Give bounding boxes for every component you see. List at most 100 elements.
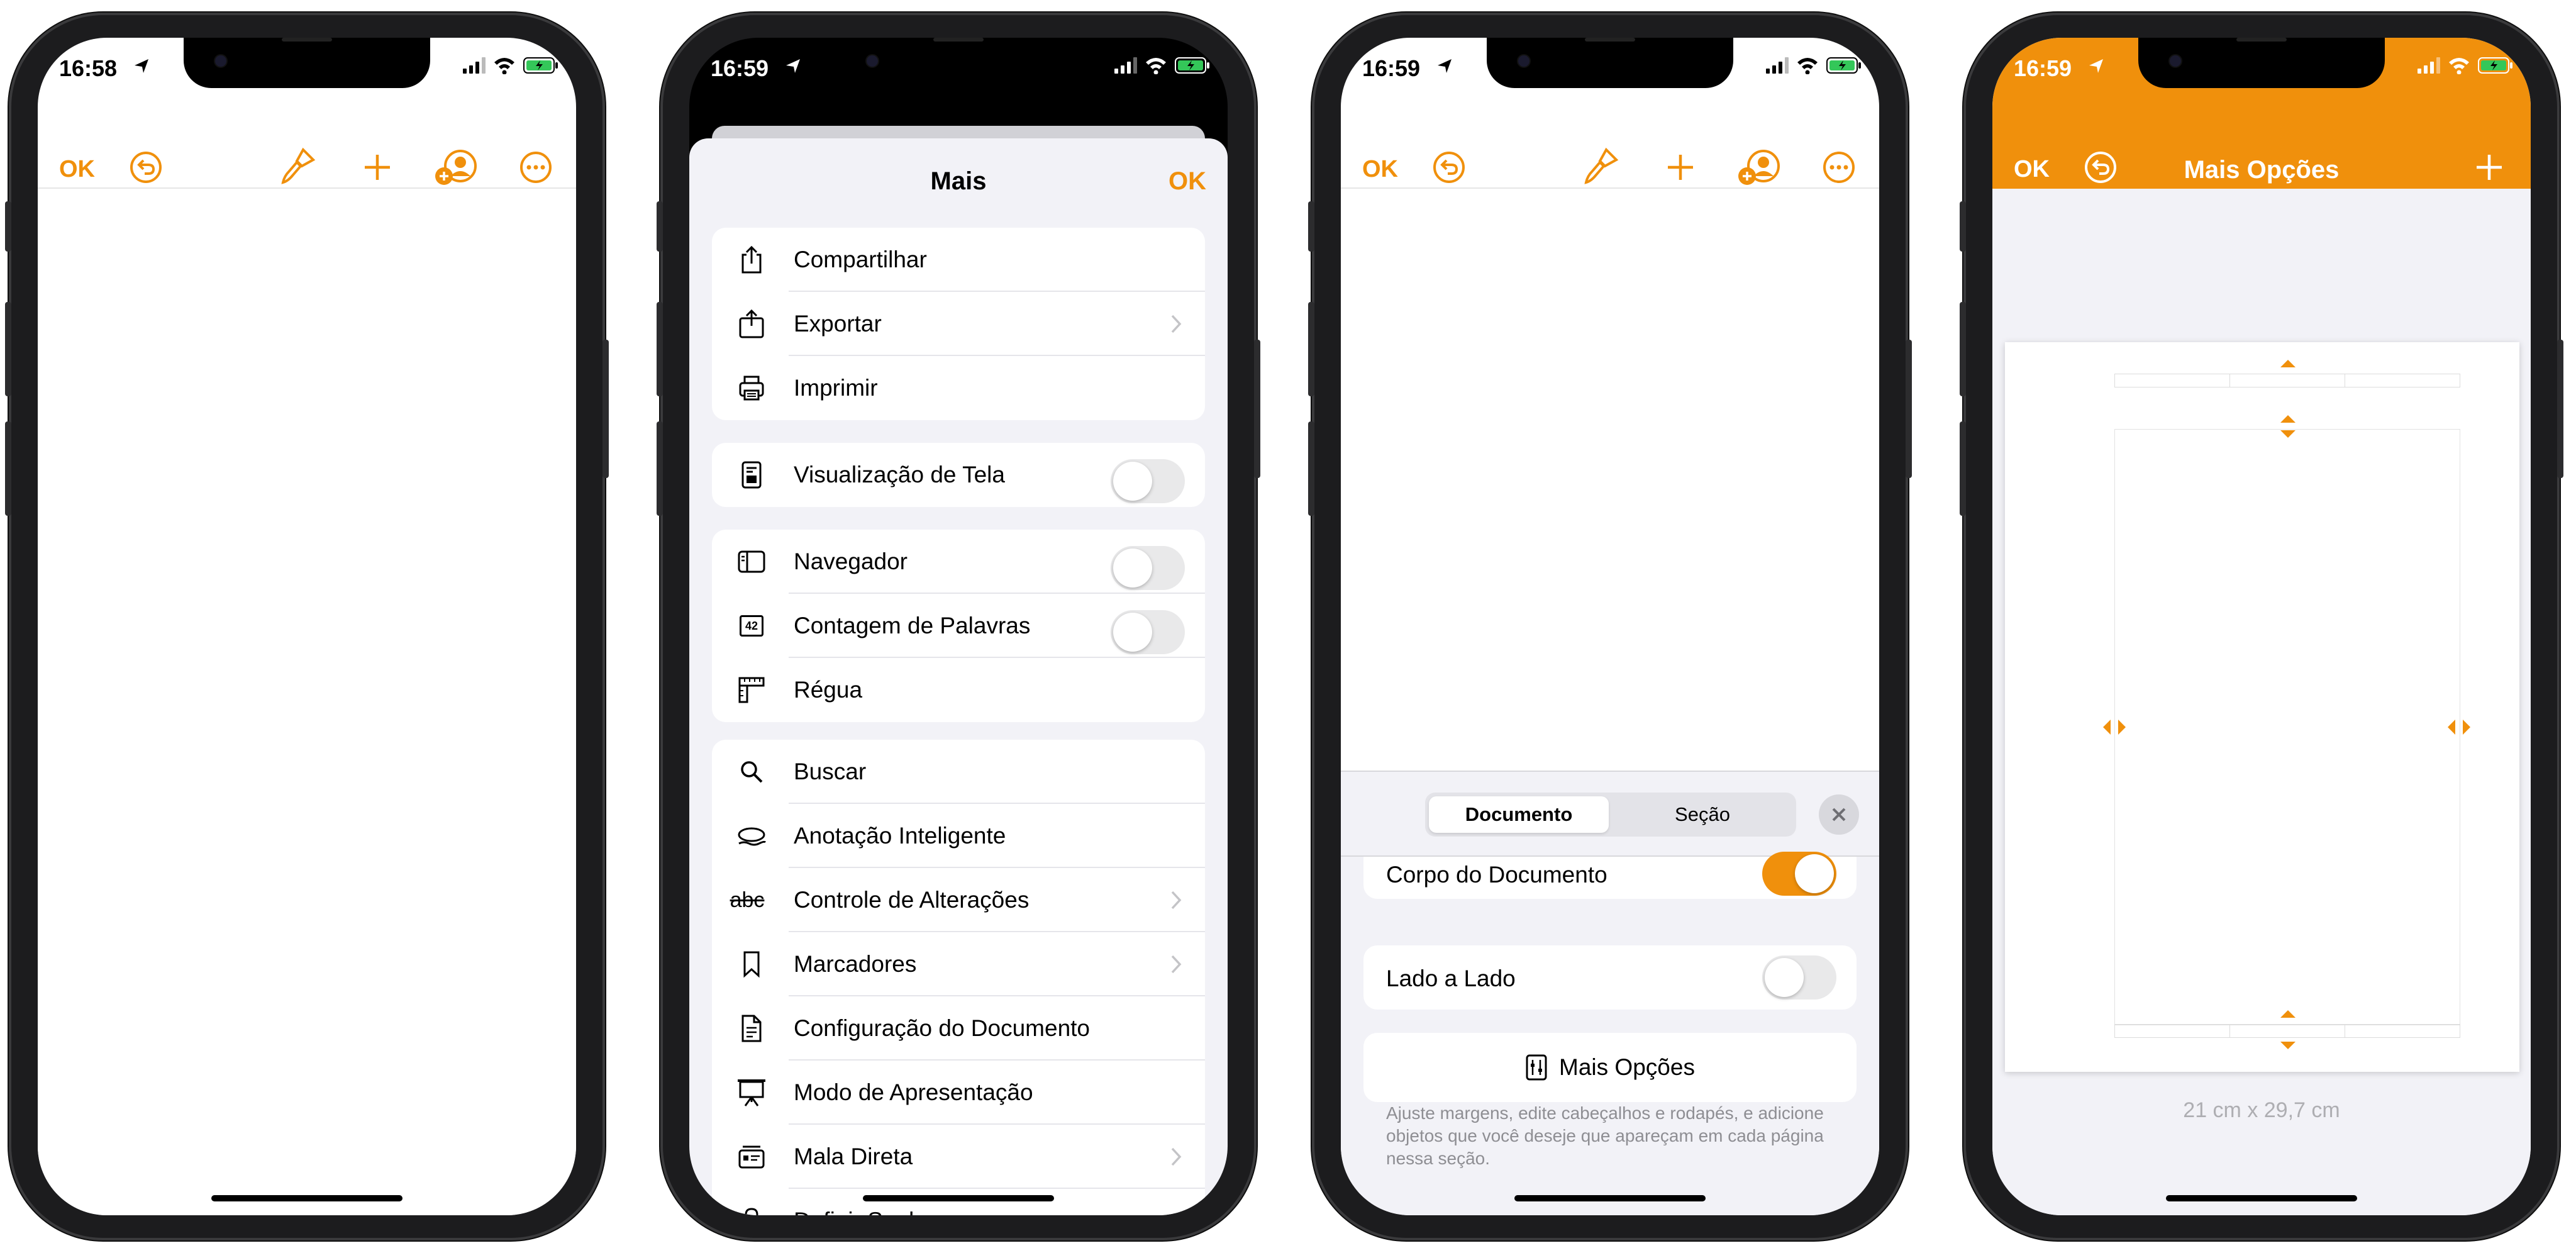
share-export-group: Compartilhar Exportar Imprimir: [712, 228, 1205, 420]
row-label: Régua: [794, 677, 863, 703]
document-body-toggle[interactable]: [1762, 852, 1836, 896]
row-document-setup[interactable]: Configuração do Documento: [712, 996, 1205, 1061]
side-button: [5, 201, 11, 252]
page-preview: [2005, 342, 2519, 1072]
row-screen-view[interactable]: Visualização de Tela: [712, 443, 1205, 507]
ruler-icon: [738, 677, 765, 703]
side-button: [2557, 340, 2563, 478]
cellular-signal-icon: [1114, 57, 1137, 74]
screen-4: 16:59 OK Mais Opções 21 cm x 29,7 cm: [1992, 38, 2531, 1215]
row-print[interactable]: Imprimir: [712, 356, 1205, 420]
home-indicator[interactable]: [1514, 1195, 1706, 1201]
wifi-icon: [1146, 58, 1166, 74]
collaborate-icon[interactable]: [1737, 147, 1781, 187]
chevron-right-icon: [1171, 1147, 1182, 1166]
status-time: 16:59: [711, 55, 769, 81]
header-margin-handle-icon[interactable]: [2279, 357, 2297, 369]
row-search[interactable]: Buscar: [712, 740, 1205, 804]
word-count-badge: 42: [745, 619, 758, 632]
undo-icon[interactable]: [127, 148, 165, 186]
phone-frame-4: 16:59 OK Mais Opções 21 cm x 29,7 cm: [1960, 13, 2563, 1240]
plus-icon[interactable]: [360, 150, 395, 185]
row-label: Modo de Apresentação: [794, 1079, 1033, 1105]
row-navigator[interactable]: Navegador: [712, 530, 1205, 594]
bottom-margin-handle-icon[interactable]: [2279, 1008, 2297, 1019]
row-label: Compartilhar: [794, 247, 927, 272]
paintbrush-icon[interactable]: [279, 146, 317, 187]
side-by-side-toggle[interactable]: [1762, 955, 1836, 1000]
left-margin-handle-icon[interactable]: [2101, 718, 2128, 736]
right-margin-handle-icon[interactable]: [2445, 718, 2473, 736]
row-side-by-side[interactable]: Lado a Lado: [1363, 945, 1857, 1010]
smart-annotation-icon: [738, 827, 767, 846]
row-presentation-mode[interactable]: Modo de Apresentação: [712, 1061, 1205, 1125]
word-count-toggle[interactable]: [1111, 610, 1185, 654]
home-indicator[interactable]: [2166, 1195, 2357, 1201]
plus-icon[interactable]: [2472, 150, 2507, 185]
row-label: Imprimir: [794, 375, 878, 401]
row-label: Mala Direta: [794, 1144, 913, 1169]
row-share[interactable]: Compartilhar: [712, 228, 1205, 292]
more-icon[interactable]: [1820, 148, 1858, 186]
chevron-right-icon: [1171, 955, 1182, 974]
document-icon: [741, 1015, 762, 1042]
screen-view-icon: [741, 461, 762, 489]
tab-section[interactable]: Seção: [1613, 796, 1792, 833]
sheet-ok-button[interactable]: OK: [1169, 167, 1206, 196]
collaborate-icon[interactable]: [434, 147, 478, 187]
row-label: Configuração do Documento: [794, 1015, 1091, 1041]
document-canvas[interactable]: [38, 189, 576, 1215]
row-smart-annotation[interactable]: Anotação Inteligente: [712, 804, 1205, 868]
sheet-title: Mais: [930, 167, 987, 195]
phone-frame-1: 16:58 OK: [5, 13, 609, 1240]
cellular-signal-icon: [1766, 57, 1789, 74]
row-bookmarks[interactable]: Marcadores: [712, 932, 1205, 996]
home-indicator[interactable]: [863, 1195, 1054, 1201]
row-set-password[interactable]: Definir Senha: [712, 1189, 1205, 1215]
side-button: [1960, 201, 1966, 252]
presentation-icon: [738, 1079, 765, 1106]
chevron-right-icon: [1171, 891, 1182, 910]
side-button: [1254, 340, 1260, 478]
notch: [184, 38, 430, 88]
screen-view-toggle[interactable]: [1111, 459, 1185, 503]
side-button: [602, 340, 609, 478]
paintbrush-icon[interactable]: [1582, 146, 1620, 187]
row-ruler[interactable]: Régua: [712, 658, 1205, 722]
bookmark-icon: [743, 951, 760, 978]
more-options-label: Mais Opções: [1559, 1054, 1695, 1080]
more-icon[interactable]: [517, 148, 555, 186]
navigator-toggle[interactable]: [1111, 546, 1185, 590]
ok-button[interactable]: OK: [1362, 156, 1398, 183]
ok-button[interactable]: OK: [59, 156, 95, 183]
export-icon: [739, 309, 764, 338]
screen-1: 16:58 OK: [38, 38, 576, 1215]
side-button: [5, 302, 11, 396]
close-panel-button[interactable]: [1819, 794, 1859, 835]
footer-margin-handle-icon[interactable]: [2279, 1040, 2297, 1052]
document-section-segmented-control: Documento Seção: [1425, 793, 1796, 837]
home-indicator[interactable]: [211, 1195, 402, 1201]
wifi-icon: [1797, 58, 1818, 74]
footer-region[interactable]: [2114, 1024, 2460, 1038]
location-icon: [135, 59, 148, 73]
plus-icon[interactable]: [1663, 150, 1698, 185]
row-document-body[interactable]: Corpo do Documento: [1363, 852, 1857, 899]
paper-size-label: 21 cm x 29,7 cm: [2183, 1098, 2340, 1122]
tab-document[interactable]: Documento: [1429, 796, 1609, 833]
row-label: Definir Senha: [794, 1208, 935, 1215]
row-label: Exportar: [794, 311, 882, 337]
header-region[interactable]: [2114, 374, 2460, 387]
side-button: [5, 421, 11, 516]
undo-icon[interactable]: [1430, 148, 1468, 186]
screen-2: 16:59 Mais OK Compartilhar Exportar Impr…: [689, 38, 1228, 1215]
side-button: [1960, 302, 1966, 396]
more-options-button[interactable]: Mais Opções: [1363, 1033, 1857, 1102]
row-track-changes[interactable]: abc Controle de Alterações: [712, 868, 1205, 932]
row-mail-merge[interactable]: Mala Direta: [712, 1125, 1205, 1189]
row-word-count[interactable]: 42 Contagem de Palavras: [712, 594, 1205, 658]
more-sheet: Mais OK Compartilhar Exportar Imprimir V…: [689, 138, 1228, 1215]
row-label: Visualização de Tela: [794, 462, 1005, 487]
row-export[interactable]: Exportar: [712, 292, 1205, 356]
side-button: [1308, 421, 1314, 516]
